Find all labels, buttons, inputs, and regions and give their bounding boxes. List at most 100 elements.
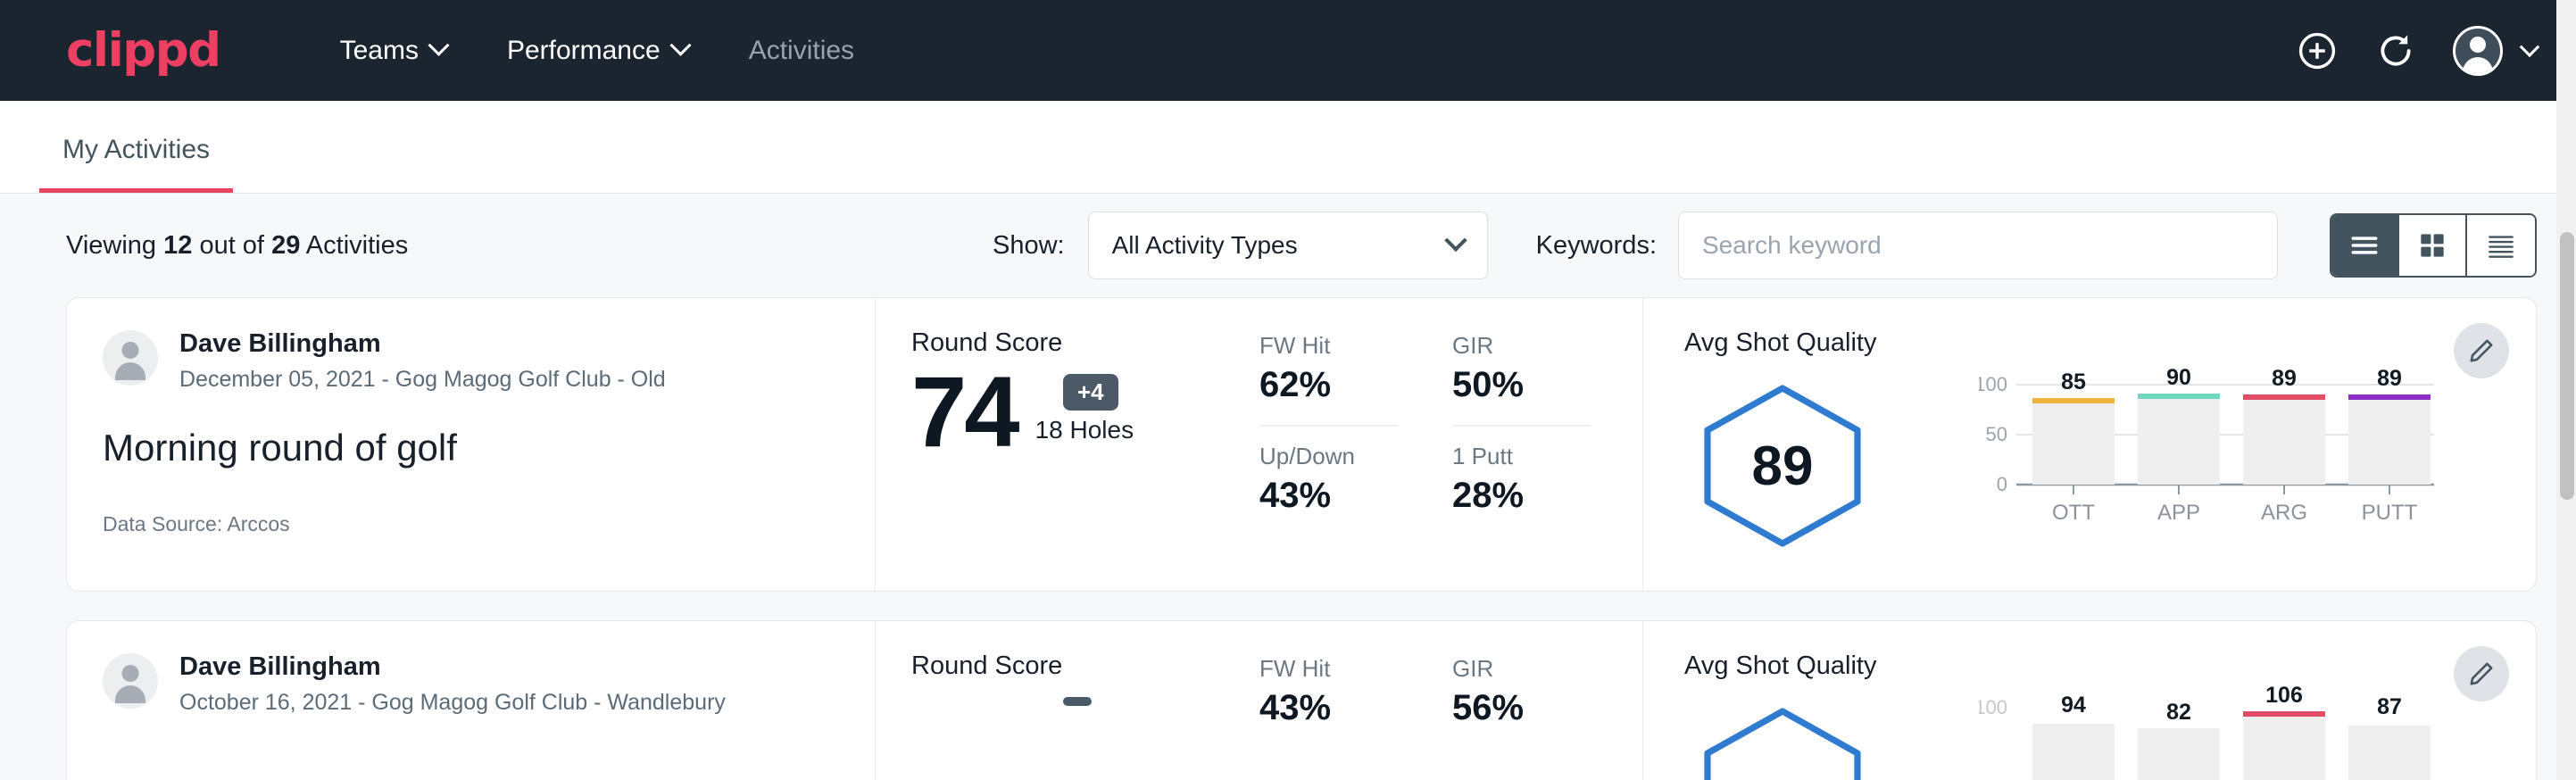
round-score-block: Round Score 74 +4 18 Holes [911,328,1259,591]
svg-text:APP: APP [2157,501,2200,525]
keywords-label: Keywords: [1536,231,1657,261]
activity-type-select[interactable]: All Activity Types [1088,212,1488,279]
grid-view-button[interactable] [2399,215,2467,276]
activity-meta: October 16, 2021 - Gog Magog Golf Club -… [179,690,726,716]
holes-count: 18 Holes [1035,416,1134,444]
nav-item-teams[interactable]: Teams [310,36,477,66]
svg-text:ARG: ARG [2261,501,2307,525]
round-score-block: Round Score [911,651,1259,780]
tab-bar: My Activities [0,101,2576,194]
svg-text:89: 89 [2377,366,2402,391]
add-circle-icon[interactable] [2296,29,2339,72]
round-score-value: 74 [911,365,1018,459]
stat-value: 43% [1259,688,1399,728]
activity-list: Dave Billingham December 05, 2021 - Gog … [0,297,2576,780]
refresh-icon[interactable] [2374,29,2417,72]
activity-scores: Round Score FW Hit 43% GIR 56% [876,621,1643,780]
activity-meta: December 05, 2021 - Gog Magog Golf Club … [179,367,666,393]
nav-item-teams-label: Teams [340,36,419,66]
round-stats-grid: FW Hit 62% GIR 50% Up/Down 43% 1 Putt 28… [1259,328,1591,591]
svg-text:100: 100 [1979,373,2007,395]
activity-shot-quality: Avg Shot Quality 100 94 82 106 [1643,621,2536,780]
nav-item-activities-label: Activities [749,36,854,66]
viewing-prefix: Viewing [66,231,156,260]
toolbar-controls: Show: All Activity Types Keywords: [993,212,2537,279]
top-navbar: clippd Teams Performance Activities [0,0,2576,101]
view-mode-toggle-group [2330,213,2537,278]
activity-author: Dave Billingham December 05, 2021 - Gog … [103,328,839,393]
viewing-total: 29 [271,231,300,260]
score-to-par-badge [1063,697,1092,706]
activity-card[interactable]: Dave Billingham October 16, 2021 - Gog M… [66,620,2537,780]
stat-fw-hit: FW Hit 43% [1259,655,1399,744]
stat-label: Up/Down [1259,443,1399,470]
nav-item-performance[interactable]: Performance [477,36,719,66]
svg-text:0: 0 [1997,473,2007,495]
account-menu-button[interactable] [2453,26,2537,76]
stat-label: GIR [1452,332,1591,360]
activity-type-value: All Activity Types [1112,231,1298,260]
avatar [2453,26,2503,76]
avg-shot-quality-label: Avg Shot Quality [1684,651,1979,681]
score-to-par-badge: +4 [1063,374,1118,411]
page-scrollbar[interactable] [2556,0,2576,780]
viewing-count: 12 [163,231,192,260]
shot-quality-hexagon [1684,704,1881,780]
activity-summary: Dave Billingham December 05, 2021 - Gog … [67,298,876,591]
svg-text:89: 89 [2272,366,2297,391]
avg-shot-quality-block: Avg Shot Quality 89 [1684,328,1979,591]
activity-summary: Dave Billingham October 16, 2021 - Gog M… [67,621,876,780]
tab-my-activities[interactable]: My Activities [39,135,233,193]
svg-text:PUTT: PUTT [2362,501,2418,525]
shot-quality-chart: 100 94 82 106 87 [1979,651,2536,780]
stat-value: 62% [1259,365,1399,405]
activity-author: Dave Billingham October 16, 2021 - Gog M… [103,651,839,716]
shot-quality-hexagon: 89 [1684,381,1881,551]
filters-toolbar: Viewing 12 out of 29 Activities Show: Al… [0,194,2576,297]
app-logo[interactable]: clippd [66,27,220,74]
compact-view-button[interactable] [2467,215,2535,276]
viewing-middle: out of [199,231,264,260]
svg-text:100: 100 [1979,696,2007,718]
avg-shot-quality-block: Avg Shot Quality [1684,651,1979,780]
avg-shot-quality-value: 89 [1752,435,1814,498]
shot-quality-bar-chart: 100 94 82 106 87 [1979,684,2461,780]
shot-quality-bar-chart: 100 50 0 85 90 89 8 [1979,361,2461,548]
nav-item-performance-label: Performance [507,36,661,66]
list-view-button[interactable] [2331,215,2399,276]
activity-scores: Round Score 74 +4 18 Holes FW Hit 62% GI… [876,298,1643,591]
stat-gir: GIR 50% [1452,332,1591,421]
stat-label: FW Hit [1259,655,1399,683]
stat-label: 1 Putt [1452,443,1591,470]
player-name: Dave Billingham [179,651,726,683]
stat-label: FW Hit [1259,332,1399,360]
chevron-down-icon [669,35,691,56]
svg-text:87: 87 [2377,694,2402,719]
nav-item-activities[interactable]: Activities [719,36,885,66]
round-stats-grid: FW Hit 43% GIR 56% [1259,651,1591,780]
primary-nav: Teams Performance Activities [310,36,885,66]
stat-value: 28% [1452,476,1591,516]
round-score-row: 74 +4 18 Holes [911,365,1259,459]
navbar-actions [2296,26,2537,76]
player-name: Dave Billingham [179,328,666,360]
activity-card[interactable]: Dave Billingham December 05, 2021 - Gog … [66,297,2537,592]
viewing-count-text: Viewing 12 out of 29 Activities [66,231,408,261]
edit-activity-button[interactable] [2454,646,2509,701]
svg-text:90: 90 [2166,365,2191,390]
stat-one-putt: 1 Putt 28% [1452,425,1591,532]
svg-text:85: 85 [2061,369,2086,394]
svg-text:OTT: OTT [2052,501,2095,525]
round-score-label: Round Score [911,328,1259,358]
stat-label: GIR [1452,655,1591,683]
svg-text:94: 94 [2061,693,2086,718]
data-source: Data Source: Arccos [103,512,839,536]
edit-activity-button[interactable] [2454,323,2509,378]
chevron-down-icon [428,35,449,56]
stat-gir: GIR 56% [1452,655,1591,744]
stat-fw-hit: FW Hit 62% [1259,332,1399,421]
scrollbar-thumb[interactable] [2560,232,2574,500]
show-label: Show: [993,231,1065,261]
round-score-label: Round Score [911,651,1259,681]
search-input[interactable] [1678,212,2278,279]
